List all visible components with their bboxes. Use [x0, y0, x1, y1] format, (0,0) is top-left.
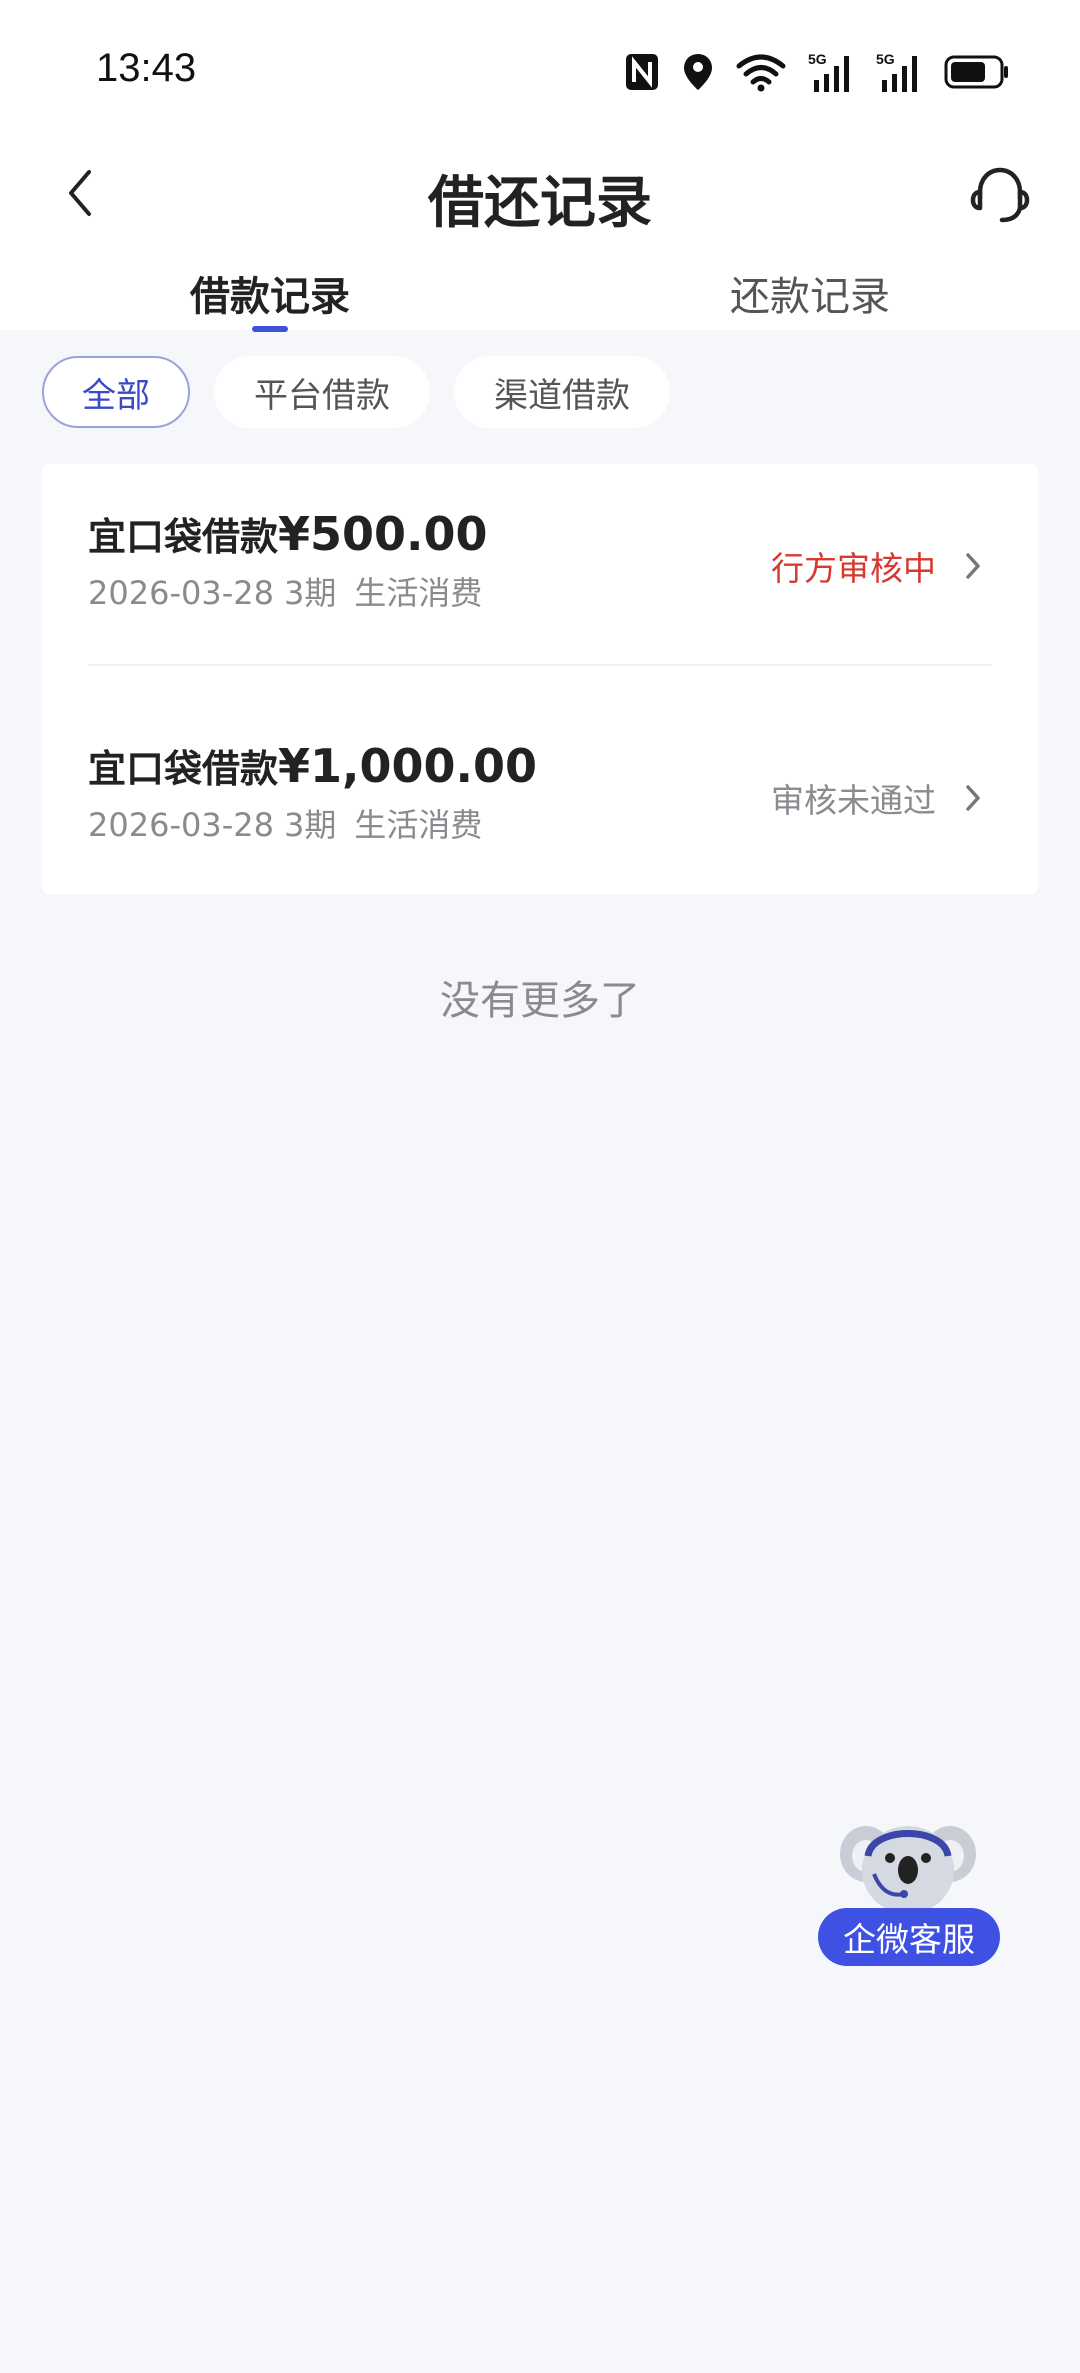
record-meta: 2026-03-28 3期 生活消费 [88, 568, 482, 614]
wifi-icon [736, 52, 786, 92]
loan-record-item[interactable]: 宜口袋借款 ¥1,000.00 2026-03-28 3期 生活消费 审核未通过 [88, 696, 992, 886]
chevron-right-icon [958, 780, 988, 816]
status-bar: 13:43 5G 5G [0, 0, 1080, 130]
record-date: 2026-03-28 [88, 806, 274, 844]
loan-records-card: 宜口袋借款 ¥500.00 2026-03-28 3期 生活消费 行方审核中 宜口袋… [42, 464, 1038, 894]
chevron-right-icon [958, 548, 988, 584]
record-meta: 2026-03-28 3期 生活消费 [88, 800, 482, 846]
svg-text:5G: 5G [876, 51, 895, 67]
floating-service-button[interactable]: 企微客服 [818, 1812, 1000, 1966]
record-amount: ¥1,000.00 [278, 739, 538, 793]
nfc-icon [624, 52, 660, 92]
tab-repay-records[interactable]: 还款记录 [660, 264, 960, 322]
filter-chip-platform-loan[interactable]: 平台借款 [214, 356, 430, 428]
active-tab-indicator [252, 326, 288, 332]
tab-borrow-records[interactable]: 借款记录 [120, 264, 420, 322]
divider [88, 664, 992, 666]
record-purpose: 生活消费 [354, 574, 483, 612]
svg-text:5G: 5G [808, 51, 827, 67]
record-status: 审核未通过 [771, 781, 936, 820]
service-label: 企微客服 [818, 1908, 1000, 1966]
battery-icon [944, 54, 1010, 90]
headset-icon [968, 162, 1032, 230]
loan-record-item[interactable]: 宜口袋借款 ¥500.00 2026-03-28 3期 生活消费 行方审核中 [88, 464, 992, 654]
page-title: 借还记录 [428, 171, 652, 236]
location-icon [682, 52, 714, 92]
record-status: 行方审核中 [771, 549, 936, 588]
header: 借还记录 借款记录 还款记录 [0, 130, 1080, 332]
record-title: 宜口袋借款 ¥1,000.00 [88, 738, 537, 793]
5g-signal-icon: 5G [808, 50, 854, 94]
record-name: 宜口袋借款 [88, 515, 279, 559]
filter-chip-all[interactable]: 全部 [42, 356, 190, 428]
filter-chips: 全部 平台借款 渠道借款 [42, 356, 670, 428]
customer-support-button[interactable] [960, 158, 1040, 234]
record-title: 宜口袋借款 ¥500.00 [88, 506, 488, 561]
record-term: 3期 [283, 806, 337, 844]
record-purpose: 生活消费 [354, 806, 483, 844]
record-name: 宜口袋借款 [88, 747, 279, 791]
record-amount: ¥500.00 [278, 507, 488, 561]
no-more-text: 没有更多了 [440, 978, 640, 1024]
status-time: 13:43 [96, 46, 197, 90]
5g-signal-icon: 5G [876, 50, 922, 94]
filter-chip-channel-loan[interactable]: 渠道借款 [454, 356, 670, 428]
record-term: 3期 [283, 574, 337, 612]
status-icons: 5G 5G [624, 50, 1010, 94]
record-date: 2026-03-28 [88, 574, 274, 612]
